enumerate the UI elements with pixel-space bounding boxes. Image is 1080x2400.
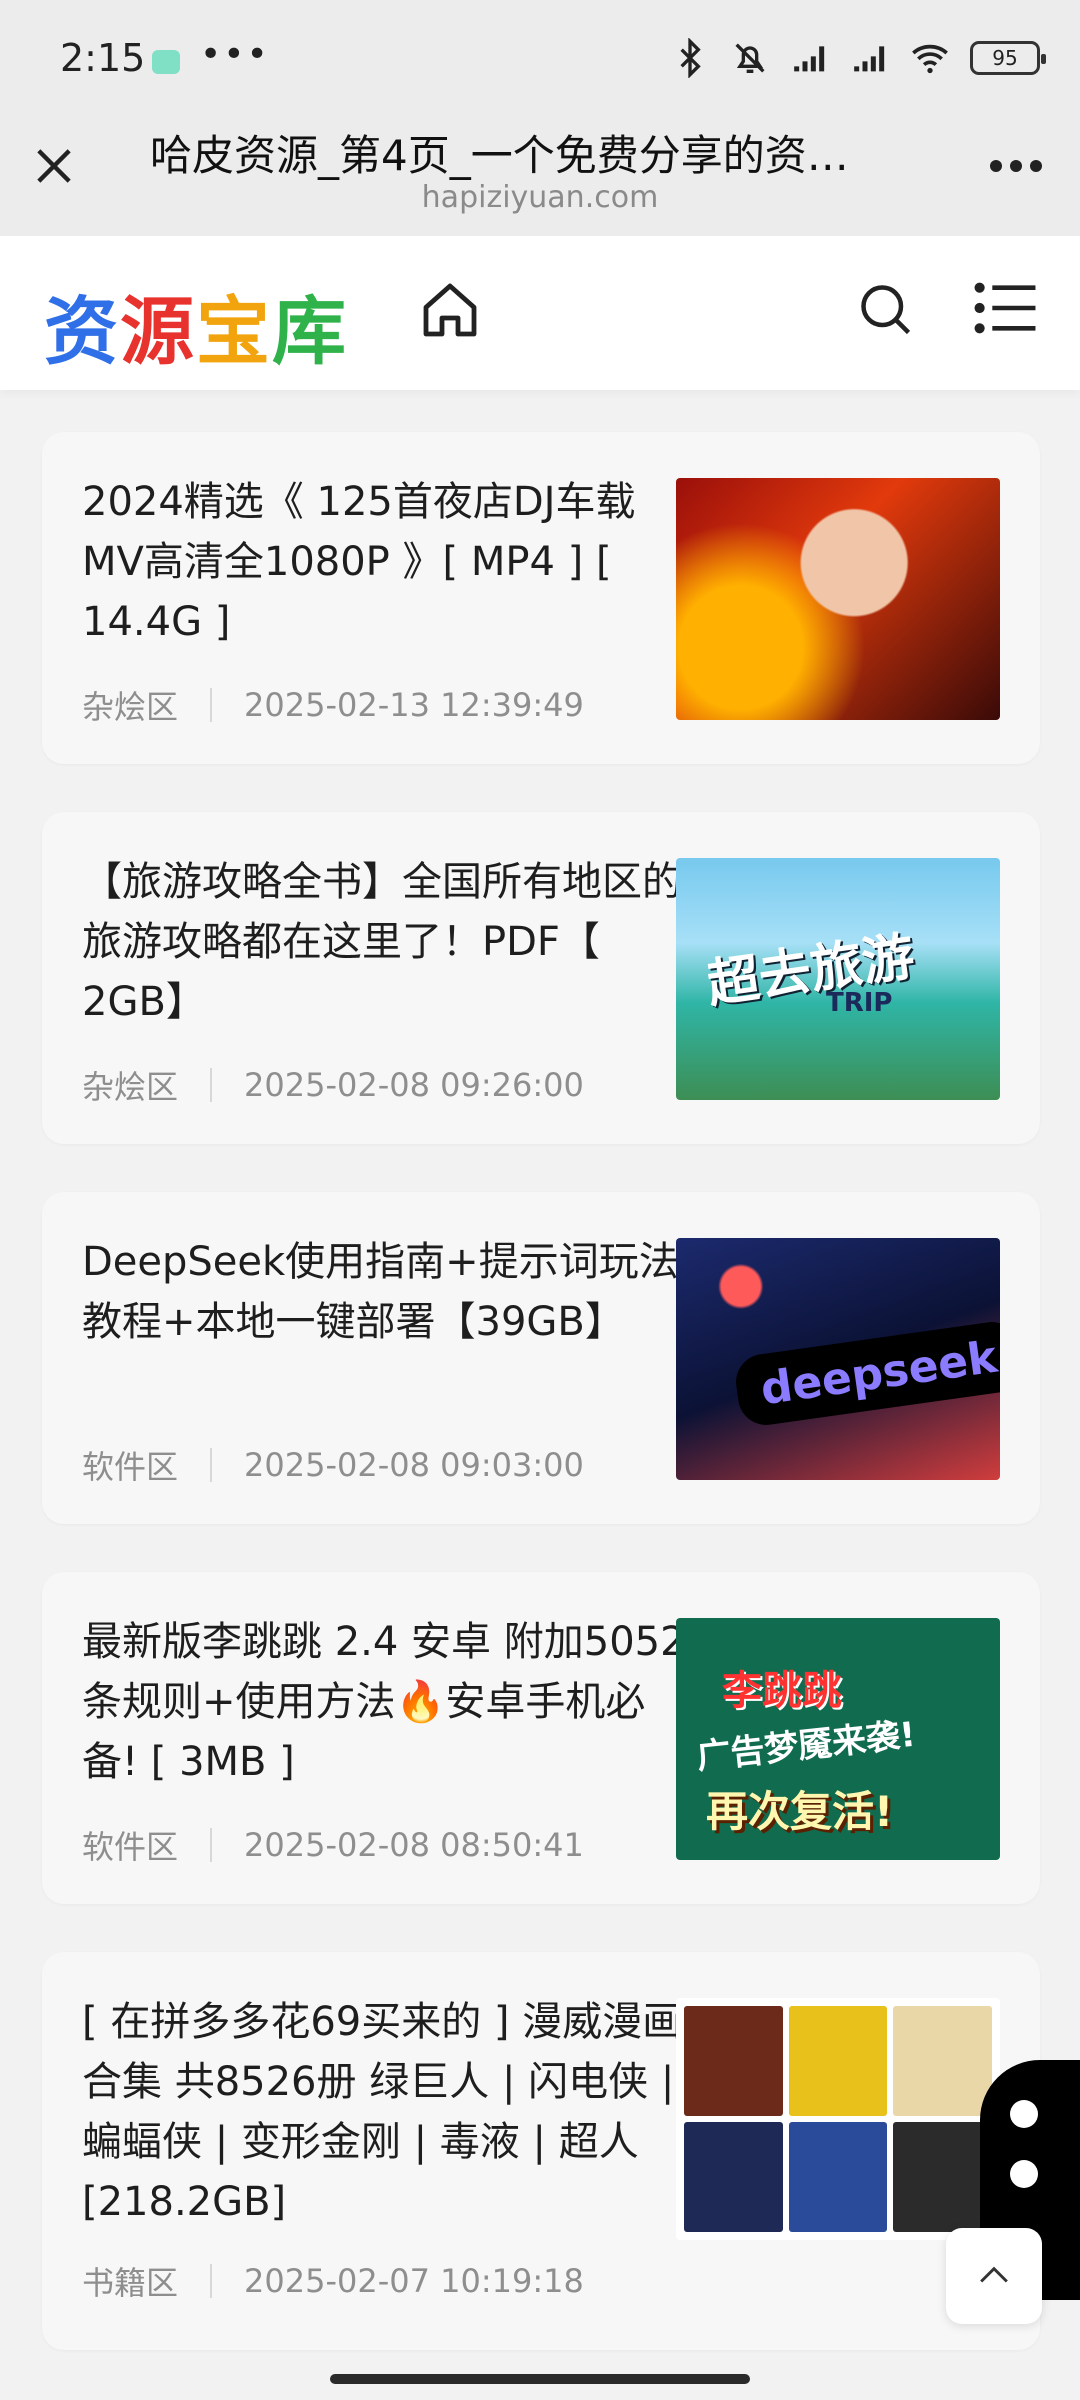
article-list: 2024精选《 125首夜店DJ车载MV高清全1080P 》[ MP4 ] [ … [42, 432, 1040, 2398]
signal-2-icon [854, 46, 885, 72]
decoration-dot [1010, 2100, 1038, 2128]
article-category[interactable]: 软件区 [82, 1442, 178, 1488]
comic-cover [788, 2006, 888, 2116]
article-thumbnail[interactable]: deepseek [676, 1238, 1000, 1480]
signal-1-icon [794, 46, 825, 72]
article-thumbnail[interactable] [676, 1998, 1000, 2240]
article-category[interactable]: 书籍区 [82, 2258, 178, 2304]
more-horizontal-icon[interactable] [986, 146, 1046, 186]
article-date: 2025-02-13 12:39:49 [244, 686, 584, 724]
status-icons: 95 [670, 38, 1046, 78]
article-title[interactable]: DeepSeek使用指南+提示词玩法教程+本地一键部署【39GB】 [82, 1232, 692, 1352]
wifi-icon [912, 44, 948, 74]
thumbnail-caption: deepseek [732, 1318, 1000, 1429]
site-header: 资源宝库 [0, 236, 1080, 390]
logo-char: 源 [120, 289, 196, 375]
battery-icon: 95 [970, 41, 1046, 75]
thumbnail-caption: TRIP [826, 988, 893, 1018]
article-date: 2025-02-08 08:50:41 [244, 1826, 584, 1864]
meta-divider [210, 2264, 213, 2298]
article-title[interactable]: 【旅游攻略全书】全国所有地区的旅游攻略都在这里了！PDF【 2GB】 [82, 852, 692, 1032]
logo-char: 宝 [196, 289, 272, 375]
home-icon[interactable] [418, 278, 482, 342]
status-more-icon: ••• [200, 34, 270, 75]
article-meta: 软件区 2025-02-08 08:50:41 [82, 1822, 584, 1868]
article-date: 2025-02-07 10:19:18 [244, 2262, 584, 2300]
comic-cover [893, 2006, 992, 2116]
gesture-navigation-bar[interactable] [330, 2374, 750, 2384]
article-meta: 书籍区 2025-02-07 10:19:18 [82, 2258, 584, 2304]
article-card[interactable]: DeepSeek使用指南+提示词玩法教程+本地一键部署【39GB】 软件区 20… [42, 1192, 1040, 1524]
article-title[interactable]: [ 在拼多多花69买来的 ] 漫威漫画合集 共8526册 绿巨人 | 闪电侠 |… [82, 1992, 692, 2232]
comic-cover [684, 2122, 783, 2232]
article-category[interactable]: 杂烩区 [82, 682, 178, 728]
status-bar: 2:15 ••• 95 [0, 0, 1080, 118]
meta-divider [210, 1448, 213, 1482]
site-logo[interactable]: 资源宝库 [44, 272, 348, 379]
page-title: 哈皮资源_第4页_一个免费分享的资… [150, 131, 849, 180]
meta-divider [210, 688, 213, 722]
search-icon[interactable] [856, 280, 916, 340]
article-date: 2025-02-08 09:26:00 [244, 1066, 584, 1104]
comic-cover [684, 2006, 783, 2116]
list-menu-icon[interactable] [972, 280, 1038, 336]
decoration-dot [1010, 2160, 1038, 2188]
article-category[interactable]: 软件区 [82, 1822, 178, 1868]
article-meta: 杂烩区 2025-02-13 12:39:49 [82, 682, 584, 728]
article-card[interactable]: [ 在拼多多花69买来的 ] 漫威漫画合集 共8526册 绿巨人 | 闪电侠 |… [42, 1952, 1040, 2350]
article-card[interactable]: 【旅游攻略全书】全国所有地区的旅游攻略都在这里了！PDF【 2GB】 杂烩区 2… [42, 812, 1040, 1144]
article-title[interactable]: 2024精选《 125首夜店DJ车载MV高清全1080P 》[ MP4 ] [ … [82, 472, 692, 652]
article-thumbnail[interactable]: 超去旅游 TRIP [676, 858, 1000, 1100]
comic-cover [893, 2122, 992, 2232]
thumbnail-caption: 再次复活! [706, 1787, 894, 1836]
logo-char: 资 [44, 289, 120, 375]
app-notification-icon [152, 50, 180, 74]
thumbnail-caption: 广告梦魇来袭! [694, 1706, 918, 1779]
article-card[interactable]: 最新版李跳跳 2.4 安卓 附加5052条规则+使用方法🔥安卓手机必备! [ 3… [42, 1572, 1040, 1904]
article-thumbnail[interactable]: 李跳跳 广告梦魇来袭! 再次复活! [676, 1618, 1000, 1860]
article-thumbnail[interactable] [676, 478, 1000, 720]
page-domain: hapiziyuan.com [421, 180, 659, 215]
meta-divider [210, 1068, 213, 1102]
article-title[interactable]: 最新版李跳跳 2.4 安卓 附加5052条规则+使用方法🔥安卓手机必备! [ 3… [82, 1612, 692, 1792]
meta-divider [210, 1828, 213, 1862]
article-meta: 软件区 2025-02-08 09:03:00 [82, 1442, 584, 1488]
mute-icon [735, 43, 765, 73]
comic-cover [788, 2122, 888, 2232]
article-date: 2025-02-08 09:03:00 [244, 1446, 584, 1484]
thumbnail-caption: 李跳跳 [722, 1668, 842, 1714]
browser-title-bar: 哈皮资源_第4页_一个免费分享的资… hapiziyuan.com [0, 118, 1080, 236]
back-to-top-button[interactable] [946, 2228, 1042, 2324]
article-meta: 杂烩区 2025-02-08 09:26:00 [82, 1062, 584, 1108]
chevron-up-icon [980, 2266, 1008, 2283]
article-category[interactable]: 杂烩区 [82, 1062, 178, 1108]
status-time: 2:15 [60, 36, 146, 80]
article-card[interactable]: 2024精选《 125首夜店DJ车载MV高清全1080P 》[ MP4 ] [ … [42, 432, 1040, 764]
logo-char: 库 [272, 289, 348, 375]
bluetooth-icon [680, 38, 701, 78]
